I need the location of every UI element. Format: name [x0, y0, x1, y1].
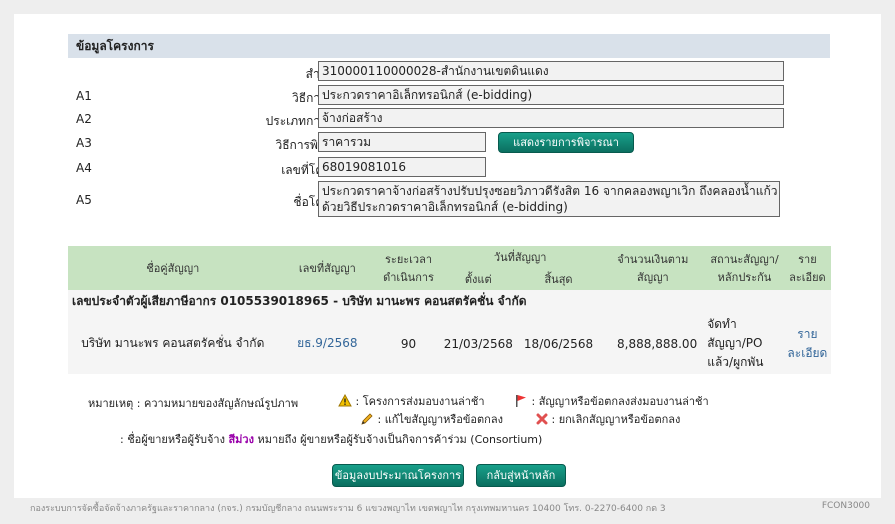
amount-cell: 8,888,888.00: [600, 313, 706, 374]
note-consortium-purple: สีม่วง: [228, 433, 254, 446]
project-name-field: ประกวดราคาจ้างก่อสร้างปรับปรุงซอยวิภาวดี…: [318, 181, 780, 217]
table-row: บริษัท มานะพร คอนสตรัคชั่น จำกัด ยธ.9/25…: [68, 313, 831, 374]
col-end-header: สิ้นสุด: [516, 268, 601, 290]
footer: กองระบบการจัดซื้อจัดจ้างภาครัฐและราคากลา…: [30, 501, 870, 515]
note-warn-text: : โครงการส่งมอบงานล่าช้า: [355, 395, 485, 408]
main-panel: ข้อมูลโครงการ สำนักงาน 310000110000028-ส…: [14, 14, 881, 498]
col-contract-no-header: เลขที่สัญญา: [277, 246, 378, 290]
a3-row: A3 วิธีการพิจารณา ราคารวม แสดงรายการพิจา…: [68, 132, 830, 154]
contract-no-link[interactable]: ยธ.9/2568: [277, 313, 378, 374]
col-amount-header: จำนวนเงินตามสัญญา: [600, 246, 706, 290]
tax-id-text: เลขประจำตัวผู้เสียภาษีอากร 0105539018965…: [68, 290, 831, 313]
end-date-cell: 18/06/2568: [516, 313, 601, 374]
a1-code: A1: [76, 89, 92, 103]
project-budget-button[interactable]: ข้อมูลงบประมาณโครงการ: [332, 464, 464, 487]
col-party-header: ชื่อคู่สัญญา: [68, 246, 278, 290]
note-warn: : โครงการส่งมอบงานล่าช้า: [338, 392, 485, 410]
a2-code: A2: [76, 112, 92, 126]
a4-row: A4 เลขที่โครงการ 68019081016: [68, 157, 830, 179]
agency-row: สำนักงาน 310000110000028-สำนักงานเขตดินแ…: [68, 61, 830, 83]
note-flag: : สัญญาหรือข้อตกลงส่งมอบงานล่าช้า: [514, 392, 709, 411]
note-consortium-suffix: หมายถึง ผู้ขายหรือผู้รับจ้างเป็นกิจการค้…: [257, 433, 543, 446]
project-number-field: 68019081016: [318, 157, 486, 177]
start-date-cell: 21/03/2568: [439, 313, 517, 374]
back-to-home-button[interactable]: กลับสู่หน้าหลัก: [476, 464, 566, 487]
a4-code: A4: [76, 161, 92, 175]
note-flag-text: : สัญญาหรือข้อตกลงส่งมอบงานล่าช้า: [531, 395, 709, 408]
a2-row: A2 ประเภทการจัดหา จ้างก่อสร้าง: [68, 108, 830, 130]
cross-icon: [536, 413, 548, 428]
a5-code: A5: [76, 193, 92, 207]
note-cancel: : ยกเลิกสัญญาหรือข้อตกลง: [536, 410, 680, 428]
footer-text: กองระบบการจัดซื้อจัดจ้างภาครัฐและราคากลา…: [30, 504, 666, 514]
note-edit: : แก้ไขสัญญาหรือข้อตกลง: [360, 410, 503, 429]
party-cell: บริษัท มานะพร คอนสตรัคชั่น จำกัด: [68, 313, 278, 374]
page-code: FCON3000: [821, 501, 870, 511]
note-consortium: : ชื่อผู้ขายหรือผู้รับจ้าง สีม่วง หมายถึ…: [120, 430, 542, 448]
detail-link[interactable]: รายละเอียด: [783, 313, 831, 374]
note-edit-text: : แก้ไขสัญญาหรือข้อตกลง: [377, 413, 503, 426]
note-consortium-prefix: : ชื่อผู้ขายหรือผู้รับจ้าง: [120, 433, 225, 446]
col-duration-header: ระยะเวลาดำเนินการ: [377, 246, 440, 290]
a5-row: A5 ชื่อโครงการ ประกวดราคาจ้างก่อสร้างปรั…: [68, 181, 830, 219]
status-cell: จัดทำสัญญา/PO แล้ว/ผูกพัน: [705, 313, 784, 374]
col-status-header: สถานะสัญญา/หลักประกัน: [705, 246, 784, 290]
contract-table: ชื่อคู่สัญญา เลขที่สัญญา ระยะเวลาดำเนินก…: [68, 246, 831, 374]
col-start-header: ตั้งแต่: [439, 268, 517, 290]
flag-icon: [514, 394, 528, 411]
a3-code: A3: [76, 136, 92, 150]
agency-field: 310000110000028-สำนักงานเขตดินแดง: [318, 61, 784, 81]
procurement-type-field: จ้างก่อสร้าง: [318, 108, 784, 128]
col-contract-date-header: วันที่สัญญา: [439, 246, 601, 268]
tax-id-row: เลขประจำตัวผู้เสียภาษีอากร 0105539018965…: [68, 290, 831, 313]
warning-icon: [338, 393, 352, 410]
notes-title: หมายเหตุ : ความหมายของสัญลักษณ์รูปภาพ: [88, 397, 299, 410]
a1-row: A1 วิธีการจัดหา ประกวดราคาอิเล็กทรอนิกส์…: [68, 85, 830, 107]
section-title: ข้อมูลโครงการ: [68, 34, 830, 58]
note-cancel-text: : ยกเลิกสัญญาหรือข้อตกลง: [551, 413, 681, 426]
show-evaluation-list-button[interactable]: แสดงรายการพิจารณา: [498, 132, 634, 153]
procurement-method-field: ประกวดราคาอิเล็กทรอนิกส์ (e-bidding): [318, 85, 784, 105]
evaluation-method-field: ราคารวม: [318, 132, 486, 152]
col-detail-header: รายละเอียด: [783, 246, 831, 290]
duration-cell: 90: [377, 313, 440, 374]
pencil-icon: [360, 412, 374, 429]
